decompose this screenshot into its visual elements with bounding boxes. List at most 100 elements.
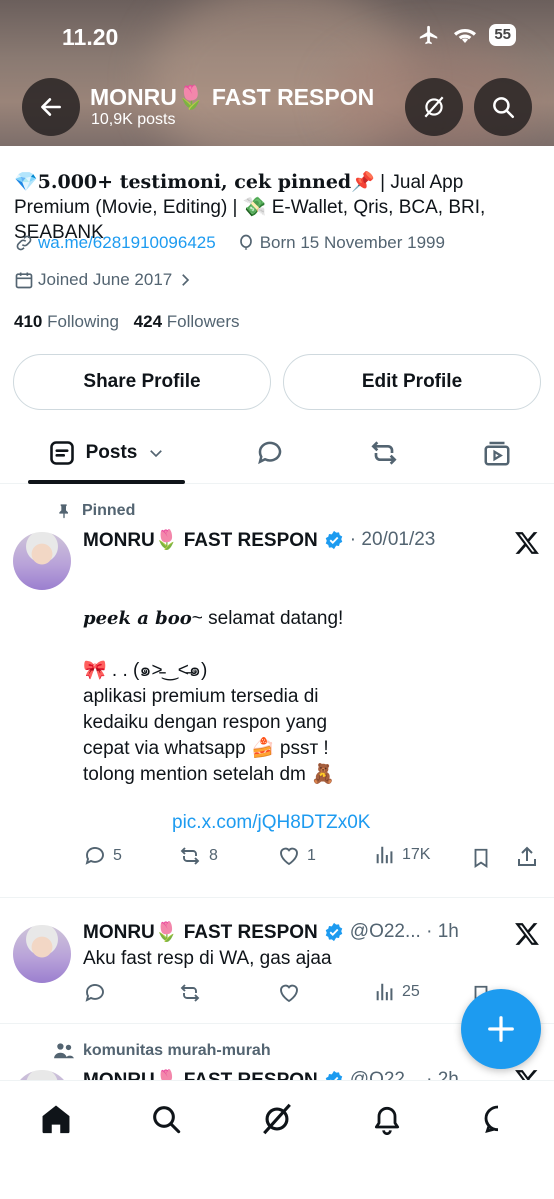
analytics-icon: [376, 846, 393, 864]
grok-icon: [263, 1103, 291, 1135]
follow-stats: 410 Following 424 Followers: [14, 312, 240, 332]
profile-joined: Joined June 2017: [38, 270, 173, 289]
tab-replies[interactable]: [240, 422, 300, 484]
views-button[interactable]: 17K: [374, 844, 430, 866]
following-label: Following: [47, 312, 119, 331]
repost-button[interactable]: [177, 981, 203, 1005]
reply-icon: [85, 847, 104, 865]
reply-button[interactable]: 5: [83, 844, 122, 868]
header-posts-count: 10,9K posts: [91, 111, 176, 128]
x-logo-icon[interactable]: [514, 1068, 540, 1080]
analytics-icon: [376, 983, 393, 1001]
profile-link[interactable]: wa.me/6281910096425: [38, 233, 216, 253]
avatar[interactable]: [13, 925, 71, 983]
post-author-name[interactable]: MONRU🌷 FAST RESPON: [83, 920, 318, 944]
pin-icon: [59, 504, 68, 519]
balloon-icon: [239, 234, 252, 250]
nav-messages[interactable]: [478, 1099, 518, 1139]
bookmark-icon[interactable]: [470, 846, 492, 870]
calendar-icon: [15, 272, 33, 289]
x-logo-icon[interactable]: [514, 921, 540, 947]
status-bar: 11.20 55: [0, 22, 554, 52]
reply-count: 5: [113, 847, 122, 864]
like-button[interactable]: [277, 981, 301, 1005]
tab-posts-label: Posts: [85, 442, 138, 463]
tab-active-indicator: [28, 480, 185, 484]
grok-button[interactable]: [405, 78, 463, 136]
nav-home[interactable]: [36, 1099, 76, 1139]
reply-icon: [258, 441, 282, 465]
post-author-name[interactable]: MONRU🌷 FAST RESPON: [83, 1068, 318, 1080]
post-text-line: tolong mention setelah dm 🧸: [83, 764, 335, 785]
view-count: 17K: [402, 846, 431, 863]
pinned-context: Pinned: [56, 502, 135, 520]
community-icon: [54, 1043, 74, 1059]
chevron-down-icon: [150, 450, 163, 458]
plus-icon: [488, 1016, 514, 1042]
search-icon: [493, 97, 514, 118]
chevron-right-icon: [182, 274, 190, 286]
post-author-name[interactable]: MONRU🌷 FAST RESPON: [83, 528, 318, 552]
tab-reposts[interactable]: [354, 422, 414, 484]
compose-post-button[interactable]: [461, 989, 541, 1069]
verified-badge-icon: [325, 530, 343, 550]
following-link[interactable]: 410 Following: [14, 312, 119, 331]
post-date: · 20/01/23: [349, 529, 436, 550]
heart-icon: [280, 984, 298, 1003]
post-actions: 5 8 1 17K: [83, 844, 543, 874]
verified-badge-icon: [325, 922, 343, 942]
x-logo-icon[interactable]: [514, 530, 540, 556]
profile-birthday: Born 15 November 1999: [259, 233, 445, 252]
nav-notifications[interactable]: [367, 1099, 407, 1139]
post-text-line: 🎀 . . (๑˃̵‿˂̵๑): [83, 660, 208, 681]
avatar[interactable]: [13, 1070, 71, 1080]
status-icons: 55: [417, 24, 516, 46]
search-button[interactable]: [474, 78, 532, 136]
link-icon: [16, 235, 32, 251]
community-context[interactable]: komunitas murah-murah: [53, 1042, 271, 1060]
profile-tabs: Posts: [0, 422, 554, 484]
bio-highlight: 💎5.000+ testimoni, cek pinned📌: [14, 171, 375, 193]
header-profile-name: MONRU🌷 FAST RESPON: [90, 84, 375, 110]
like-count: 1: [307, 847, 316, 864]
back-button[interactable]: [22, 78, 80, 136]
nav-grok[interactable]: [257, 1099, 297, 1139]
status-time: 11.20: [62, 24, 119, 50]
post-handle-time: @O22... · 2h: [349, 1069, 459, 1080]
profile-joined-row[interactable]: Joined June 2017: [14, 270, 194, 290]
post-header: MONRU🌷 FAST RESPON · 20/01/23: [83, 528, 435, 552]
arrow-left-icon: [41, 98, 61, 116]
media-icon: [484, 441, 510, 466]
followers-label: Followers: [166, 312, 240, 331]
nav-search[interactable]: [146, 1099, 186, 1139]
repost-button[interactable]: 8: [177, 844, 218, 868]
post-handle-time: @O22... · 1h: [349, 921, 459, 942]
following-count: 410: [14, 312, 43, 331]
bell-icon: [374, 1107, 400, 1135]
bottom-navigation: [0, 1080, 554, 1199]
share-profile-button[interactable]: Share Profile: [13, 354, 271, 410]
views-button[interactable]: 25: [374, 981, 420, 1003]
heart-icon: [280, 847, 298, 866]
followers-count: 424: [133, 312, 163, 331]
tab-media[interactable]: [467, 422, 527, 484]
view-count: 25: [402, 983, 420, 1000]
post-text-line: cepat via whatsapp 🍰 pѕѕт !: [83, 738, 329, 759]
like-button[interactable]: 1: [277, 844, 316, 868]
avatar[interactable]: [13, 532, 71, 590]
post-media-link[interactable]: pic.x.com/jQH8DTZx0K: [172, 812, 370, 834]
wifi-icon: [454, 29, 477, 43]
post-text-line: aplikasi premium tersedia di: [83, 686, 319, 707]
reply-button[interactable]: [83, 981, 107, 1005]
post-card[interactable]: Pinned MONRU🌷 FAST RESPON · 20/01/23 pee…: [0, 485, 554, 897]
edit-profile-button[interactable]: Edit Profile: [283, 354, 541, 410]
search-icon: [153, 1106, 181, 1134]
post-text: Aku fast resp di WA, gas ajaa: [83, 948, 332, 969]
share-icon[interactable]: [515, 844, 539, 870]
verified-badge-icon: [325, 1070, 343, 1080]
home-icon: [42, 1105, 70, 1134]
airplane-icon: [420, 25, 438, 45]
tab-posts[interactable]: Posts: [28, 422, 185, 484]
profile-meta: wa.me/6281910096425 Born 15 November 199…: [14, 233, 445, 253]
followers-link[interactable]: 424 Followers: [134, 312, 240, 331]
